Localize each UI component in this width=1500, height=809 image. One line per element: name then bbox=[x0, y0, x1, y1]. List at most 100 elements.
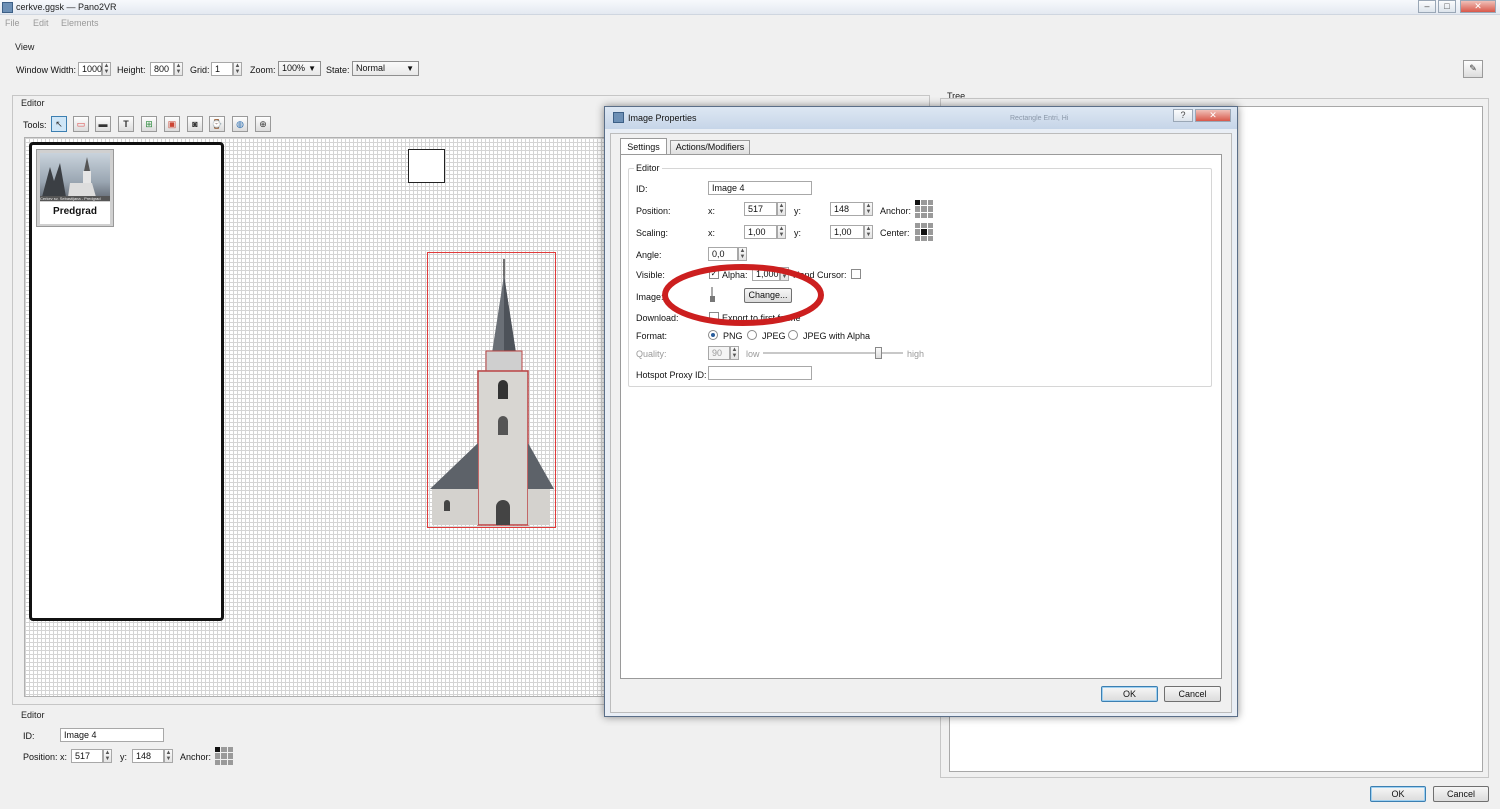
minimize-button[interactable]: – bbox=[1418, 0, 1436, 13]
format-label: Format: bbox=[636, 331, 668, 341]
zoom-label: Zoom: bbox=[250, 65, 276, 75]
position-y-spinner[interactable]: ▲ ▼ bbox=[864, 202, 873, 216]
window-width-field[interactable]: 1000 bbox=[78, 62, 102, 76]
height-field[interactable]: 800 bbox=[150, 62, 174, 76]
dialog-editor-label: Editor bbox=[634, 163, 662, 173]
hotspot-proxy-field[interactable] bbox=[708, 366, 812, 380]
anchor-picker[interactable] bbox=[915, 200, 933, 218]
angle-label: Angle: bbox=[636, 250, 662, 260]
dialog-app-icon bbox=[613, 112, 624, 123]
empty-placeholder-element[interactable] bbox=[408, 149, 445, 183]
grid-spinner[interactable]: ▲ ▼ bbox=[233, 62, 242, 76]
dialog-help-button[interactable]: ? bbox=[1173, 109, 1193, 122]
button-icon: ◙ bbox=[192, 119, 198, 129]
position-x-label: x: bbox=[708, 206, 716, 216]
scaling-x-spinner[interactable]: ▲ ▼ bbox=[777, 225, 786, 239]
map-icon: ◍ bbox=[236, 119, 244, 129]
bottom-id-label: ID: bbox=[23, 731, 35, 741]
height-spinner[interactable]: ▲ ▼ bbox=[174, 62, 183, 76]
format-png-radio[interactable] bbox=[708, 330, 718, 340]
format-jpeg-alpha-radio[interactable] bbox=[788, 330, 798, 340]
chevron-down-icon: ▼ bbox=[406, 64, 414, 73]
state-value: Normal bbox=[356, 63, 386, 73]
editor-group-label: Editor bbox=[21, 98, 45, 108]
center-label: Center: bbox=[880, 228, 910, 238]
menu-file[interactable]: File bbox=[5, 18, 20, 28]
quality-high-label: high bbox=[907, 349, 925, 359]
wrench-icon: ✎ bbox=[1469, 63, 1477, 73]
tools-label: Tools: bbox=[23, 120, 47, 130]
cursor-icon: ↖ bbox=[55, 119, 63, 129]
text-tool-button[interactable]: T bbox=[118, 116, 134, 132]
position-x-spinner[interactable]: ▲ ▼ bbox=[777, 202, 786, 216]
menu-edit[interactable]: Edit bbox=[33, 18, 49, 28]
map-tool-button[interactable]: ◍ bbox=[232, 116, 248, 132]
hotspot-tool-button[interactable]: ⊞ bbox=[141, 116, 157, 132]
bottom-x-spinner[interactable]: ▲ ▼ bbox=[103, 749, 112, 763]
quality-low-label: low bbox=[746, 349, 760, 359]
format-jpeg-radio[interactable] bbox=[747, 330, 757, 340]
height-label: Height: bbox=[117, 65, 146, 75]
format-png-label: PNG bbox=[723, 331, 743, 341]
window-title: cerkve.ggsk — Pano2VR bbox=[16, 2, 117, 12]
angle-spinner[interactable]: ▲ ▼ bbox=[738, 247, 747, 261]
main-cancel-button[interactable]: Cancel bbox=[1433, 786, 1489, 802]
button-tool-button[interactable]: ◙ bbox=[187, 116, 203, 132]
bottom-anchor-label: Anchor: bbox=[180, 752, 212, 762]
timer-tool-button[interactable]: ⌚ bbox=[209, 116, 225, 132]
format-jpeg-label: JPEG bbox=[762, 331, 786, 341]
thumbnail-card[interactable]: Cerkev sv. Sebastijana - Predgrad Predgr… bbox=[36, 149, 114, 227]
bottom-id-field[interactable]: Image 4 bbox=[60, 728, 164, 742]
frame-icon: ▬ bbox=[98, 119, 108, 129]
rectangle-tool-button[interactable]: ▭ bbox=[73, 116, 89, 132]
bottom-x-field[interactable]: 517 bbox=[71, 749, 103, 763]
bottom-anchor-picker[interactable] bbox=[215, 747, 233, 765]
zoom-select[interactable]: 100% ▼ bbox=[278, 61, 321, 76]
bottom-y-label: y: bbox=[120, 752, 128, 762]
container-tool-button[interactable]: ▣ bbox=[164, 116, 180, 132]
angle-field[interactable]: 0,0 bbox=[708, 247, 738, 261]
dialog-titlebar: Image Properties Rectangle Entri, Hi ? ✕ bbox=[605, 107, 1237, 129]
close-window-button[interactable]: ✕ bbox=[1460, 0, 1496, 13]
position-y-field[interactable]: 148 bbox=[830, 202, 864, 216]
image-tool-button[interactable]: ▬ bbox=[95, 116, 111, 132]
church-image bbox=[430, 259, 554, 526]
thumbnail-image: Cerkev sv. Sebastijana - Predgrad bbox=[40, 153, 110, 201]
dialog-ok-button[interactable]: OK bbox=[1101, 686, 1158, 702]
hand-cursor-checkbox[interactable] bbox=[851, 269, 861, 279]
rectangle-icon: ▭ bbox=[76, 119, 86, 129]
selected-image-element[interactable] bbox=[427, 252, 556, 528]
thumbnail-caption: Predgrad bbox=[40, 202, 110, 224]
center-picker[interactable] bbox=[915, 223, 933, 241]
hotspot-proxy-label: Hotspot Proxy ID: bbox=[636, 370, 707, 380]
position-x-field[interactable]: 517 bbox=[744, 202, 777, 216]
bottom-y-spinner[interactable]: ▲ ▼ bbox=[164, 749, 173, 763]
dialog-close-button[interactable]: ✕ bbox=[1195, 109, 1231, 122]
menu-elements[interactable]: Elements bbox=[61, 18, 99, 28]
dialog-cancel-button[interactable]: Cancel bbox=[1164, 686, 1221, 702]
crosshair-tool-button[interactable]: ⊕ bbox=[255, 116, 271, 132]
scaling-y-field[interactable]: 1,00 bbox=[830, 225, 864, 239]
quality-slider-thumb[interactable] bbox=[874, 347, 882, 359]
state-select[interactable]: Normal ▼ bbox=[352, 61, 419, 76]
quality-field[interactable]: 90 bbox=[708, 346, 730, 360]
maximize-button[interactable]: □ bbox=[1438, 0, 1456, 13]
quality-slider-track[interactable] bbox=[763, 347, 903, 359]
scaling-y-spinner[interactable]: ▲ ▼ bbox=[864, 225, 873, 239]
main-ok-button[interactable]: OK bbox=[1370, 786, 1426, 802]
tab-settings[interactable]: Settings bbox=[620, 138, 667, 155]
window-width-spinner[interactable]: ▲ ▼ bbox=[102, 62, 111, 76]
container-icon: ▣ bbox=[167, 119, 177, 129]
app-icon bbox=[2, 2, 13, 13]
tab-actions-modifiers[interactable]: Actions/Modifiers bbox=[670, 140, 750, 154]
id-label: ID: bbox=[636, 184, 648, 194]
quality-spinner[interactable]: ▲ ▼ bbox=[730, 346, 739, 360]
settings-wrench-button[interactable]: ✎ bbox=[1463, 60, 1483, 78]
bottom-x-label: x: bbox=[60, 752, 68, 762]
select-tool-button[interactable]: ↖ bbox=[51, 116, 67, 132]
grid-field[interactable]: 1 bbox=[211, 62, 233, 76]
scaling-x-field[interactable]: 1,00 bbox=[744, 225, 777, 239]
bottom-y-field[interactable]: 148 bbox=[132, 749, 164, 763]
chevron-down-icon: ▼ bbox=[308, 64, 316, 73]
id-field[interactable]: Image 4 bbox=[708, 181, 812, 195]
